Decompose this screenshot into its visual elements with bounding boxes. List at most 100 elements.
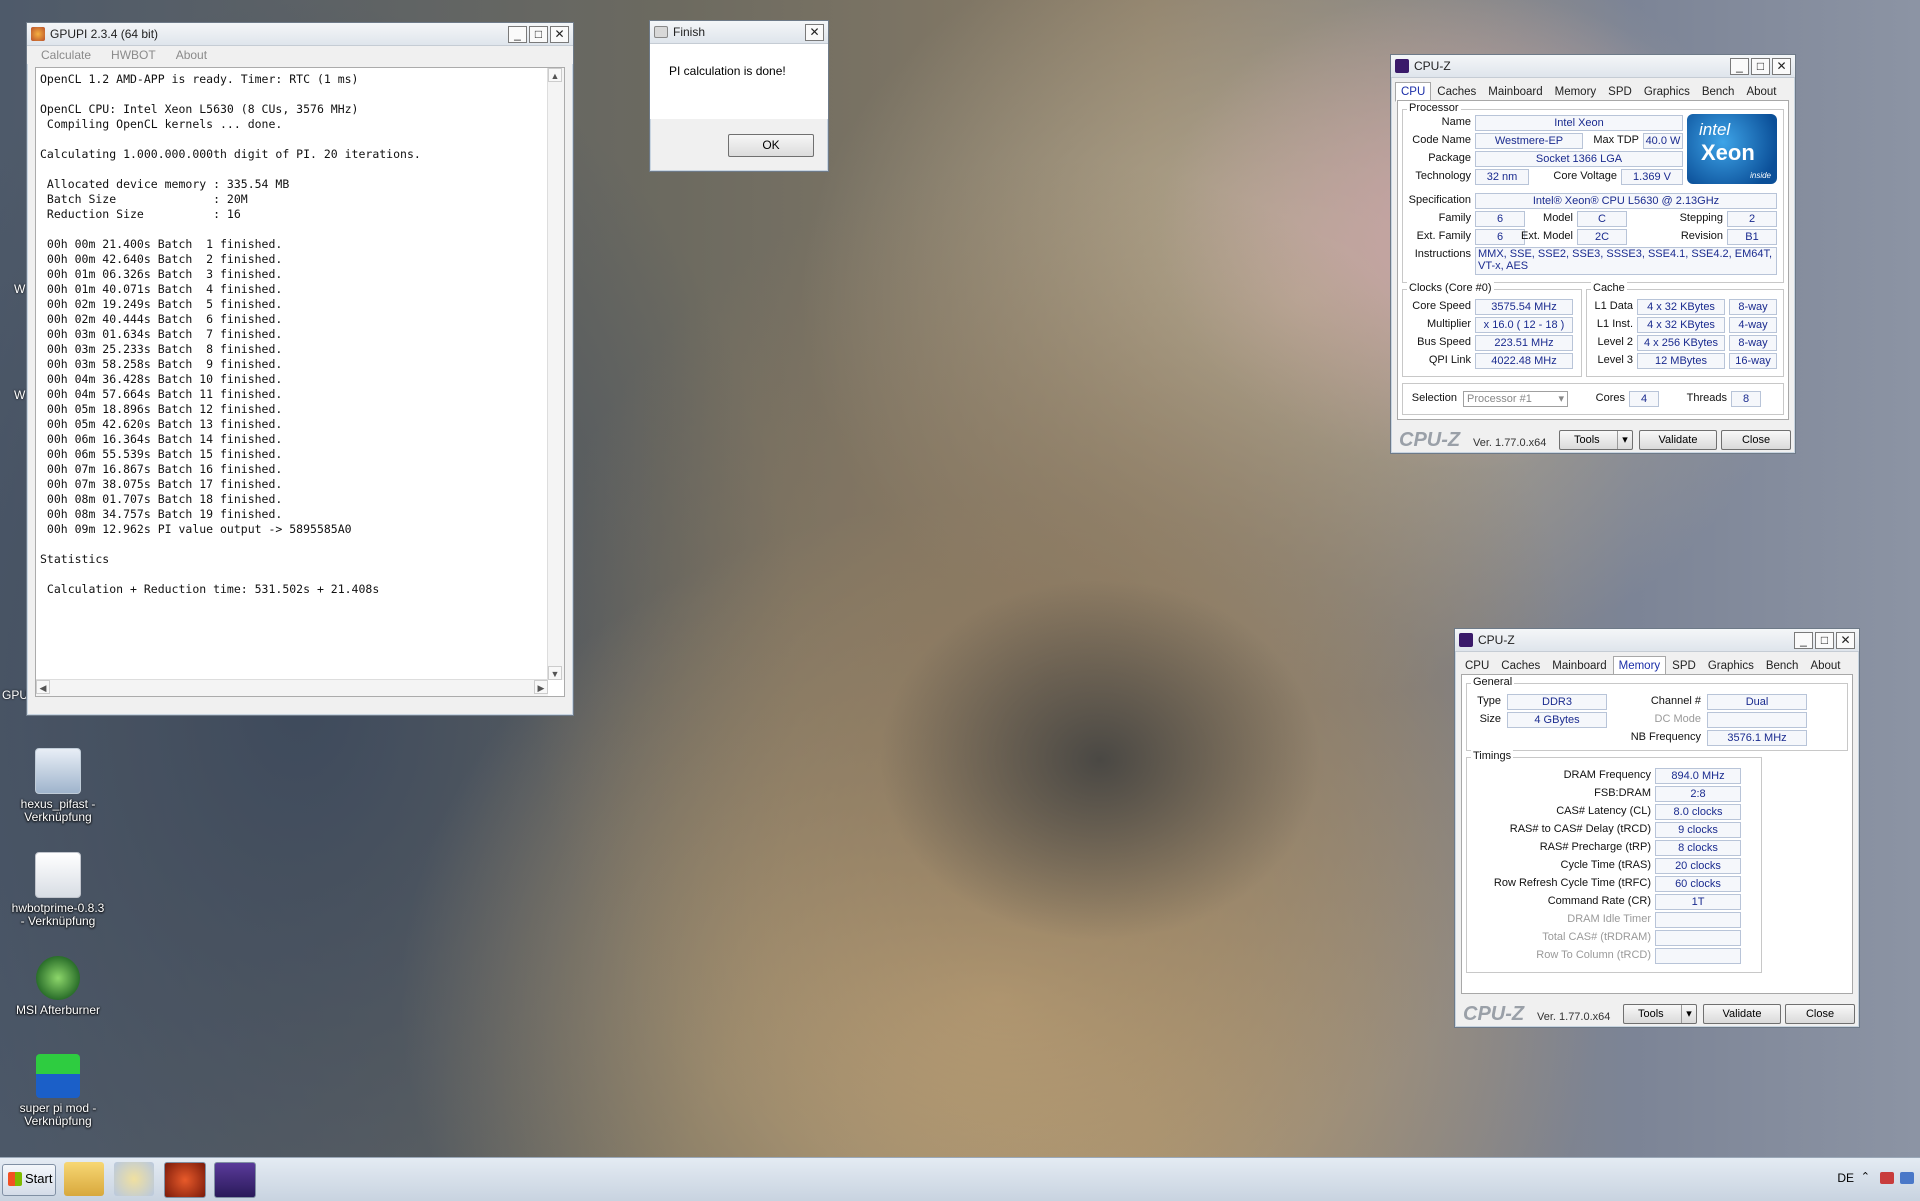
desktop-icon-hwbotprime[interactable]: hwbotprime-0.8.3 - Verknüpfung bbox=[8, 852, 108, 928]
chevron-down-icon: ▾ bbox=[1681, 1005, 1696, 1023]
revision-value: B1 bbox=[1727, 229, 1777, 245]
close-button[interactable]: ✕ bbox=[1836, 631, 1855, 649]
general-group: General Type DDR3 Size 4 GBytes Channel … bbox=[1466, 676, 1848, 751]
vertical-scrollbar[interactable]: ▲ ▼ bbox=[547, 68, 564, 680]
tab-about[interactable]: About bbox=[1804, 656, 1846, 676]
ext-model-label: Ext. Model bbox=[1521, 230, 1573, 242]
minimize-button[interactable]: _ bbox=[1794, 631, 1813, 649]
scroll-right-arrow-icon[interactable]: ▶ bbox=[534, 680, 548, 694]
network-icon[interactable] bbox=[1880, 1172, 1894, 1184]
tab-cpu[interactable]: CPU bbox=[1459, 656, 1495, 676]
nb-frequency-label: NB Frequency bbox=[1630, 731, 1701, 743]
tab-bench[interactable]: Bench bbox=[1760, 656, 1805, 676]
tab-graphics[interactable]: Graphics bbox=[1702, 656, 1760, 676]
cpuz-brand-logo: CPU-Z bbox=[1399, 429, 1461, 451]
specification-label: Specification bbox=[1408, 194, 1471, 206]
codename-value: Westmere-EP bbox=[1475, 133, 1583, 149]
start-button[interactable]: Start bbox=[2, 1164, 56, 1196]
tab-caches[interactable]: Caches bbox=[1495, 656, 1546, 676]
horizontal-scrollbar[interactable]: ◀ ▶ bbox=[36, 679, 548, 696]
tab-caches[interactable]: Caches bbox=[1431, 82, 1482, 102]
stepping-value: 2 bbox=[1727, 211, 1777, 227]
ok-button[interactable]: OK bbox=[728, 134, 814, 157]
gpupi-window: GPUPI 2.3.4 (64 bit) _ □ ✕ Calculate HWB… bbox=[26, 22, 574, 716]
tab-bench[interactable]: Bench bbox=[1696, 82, 1741, 102]
explorer-icon[interactable] bbox=[64, 1162, 104, 1196]
gpupi-output-console[interactable]: OpenCL 1.2 AMD-APP is ready. Timer: RTC … bbox=[35, 67, 565, 697]
java-shortcut-icon bbox=[35, 852, 81, 898]
close-button[interactable]: Close bbox=[1721, 430, 1791, 450]
scroll-down-arrow-icon[interactable]: ▼ bbox=[548, 666, 562, 680]
cpuz-titlebar[interactable]: CPU-Z _ □ ✕ bbox=[1391, 55, 1795, 78]
window-title: GPUPI 2.3.4 (64 bit) bbox=[50, 27, 159, 41]
tab-memory[interactable]: Memory bbox=[1549, 82, 1603, 102]
tab-memory[interactable]: Memory bbox=[1612, 656, 1667, 676]
desktop-icon-pifast[interactable]: hexus_pifast - Verknüpfung bbox=[8, 748, 108, 824]
maximize-button[interactable]: □ bbox=[1751, 57, 1770, 75]
close-button[interactable]: Close bbox=[1785, 1004, 1855, 1024]
validate-button[interactable]: Validate bbox=[1703, 1004, 1781, 1024]
timing-value: 8.0 clocks bbox=[1655, 804, 1741, 820]
gpupi-titlebar[interactable]: GPUPI 2.3.4 (64 bit) _ □ ✕ bbox=[27, 23, 573, 46]
windows-logo-icon bbox=[8, 1172, 22, 1186]
scroll-up-arrow-icon[interactable]: ▲ bbox=[548, 68, 562, 82]
close-button[interactable]: ✕ bbox=[805, 23, 824, 41]
cpuz-titlebar[interactable]: CPU-Z _ □ ✕ bbox=[1455, 629, 1859, 652]
gpupi-icon[interactable] bbox=[164, 1162, 206, 1198]
group-label: Cache bbox=[1591, 282, 1627, 294]
finish-titlebar[interactable]: Finish ✕ bbox=[650, 21, 828, 44]
level3-label: Level 3 bbox=[1597, 354, 1633, 366]
core-speed-value: 3575.54 MHz bbox=[1475, 299, 1573, 315]
group-label: Processor bbox=[1407, 102, 1461, 114]
scroll-left-arrow-icon[interactable]: ◀ bbox=[36, 680, 50, 694]
maximize-button[interactable]: □ bbox=[1815, 631, 1834, 649]
tools-button[interactable]: Tools ▾ bbox=[1623, 1004, 1697, 1024]
action-center-icon[interactable] bbox=[1900, 1172, 1914, 1184]
desktop-icon-superpi[interactable]: super pi mod - Verknüpfung bbox=[8, 1054, 108, 1128]
desktop-icon-afterburner[interactable]: MSI Afterburner bbox=[8, 956, 108, 1017]
menu-calculate[interactable]: Calculate bbox=[41, 48, 91, 62]
paint-icon[interactable] bbox=[114, 1162, 154, 1196]
minimize-button[interactable]: _ bbox=[508, 25, 527, 43]
timing-value: 894.0 MHz bbox=[1655, 768, 1741, 784]
close-button[interactable]: ✕ bbox=[1772, 57, 1791, 75]
superpi-icon bbox=[36, 1054, 80, 1098]
timing-label: RAS# Precharge (tRP) bbox=[1539, 841, 1651, 853]
tab-graphics[interactable]: Graphics bbox=[1638, 82, 1696, 102]
cpuz-icon[interactable] bbox=[214, 1162, 256, 1198]
tab-about[interactable]: About bbox=[1740, 82, 1782, 102]
tools-button[interactable]: Tools ▾ bbox=[1559, 430, 1633, 450]
bus-speed-label: Bus Speed bbox=[1417, 336, 1471, 348]
tab-cpu[interactable]: CPU bbox=[1395, 82, 1432, 102]
timing-label: DRAM Frequency bbox=[1563, 769, 1651, 781]
cores-label: Cores bbox=[1595, 392, 1625, 404]
level2-value: 4 x 256 KBytes bbox=[1637, 335, 1725, 351]
cpuz-app-icon bbox=[1395, 59, 1409, 73]
window-title: CPU-Z bbox=[1414, 59, 1451, 73]
level2-ways: 8-way bbox=[1729, 335, 1777, 351]
processor-select[interactable]: Processor #1 ▾ bbox=[1463, 391, 1568, 407]
menu-hwbot[interactable]: HWBOT bbox=[111, 48, 156, 62]
desktop-icon-label: hwbotprime-0.8.3 - Verknüpfung bbox=[11, 901, 105, 928]
timing-value bbox=[1655, 948, 1741, 964]
level3-ways: 16-way bbox=[1729, 353, 1777, 369]
tab-mainboard[interactable]: Mainboard bbox=[1546, 656, 1612, 676]
timing-label: CAS# Latency (CL) bbox=[1556, 805, 1651, 817]
family-label: Family bbox=[1438, 212, 1471, 224]
tab-spd[interactable]: SPD bbox=[1666, 656, 1702, 676]
l1-data-ways: 8-way bbox=[1729, 299, 1777, 315]
language-indicator[interactable]: DE bbox=[1837, 1171, 1854, 1185]
maximize-button[interactable]: □ bbox=[529, 25, 548, 43]
close-button[interactable]: ✕ bbox=[550, 25, 569, 43]
tab-spd[interactable]: SPD bbox=[1602, 82, 1638, 102]
show-hidden-icons-icon[interactable]: ⌃ bbox=[1861, 1170, 1870, 1183]
tab-mainboard[interactable]: Mainboard bbox=[1482, 82, 1548, 102]
name-label: Name bbox=[1441, 116, 1471, 128]
group-label: General bbox=[1471, 676, 1515, 688]
core-voltage-label: Core Voltage bbox=[1553, 170, 1617, 182]
menu-about[interactable]: About bbox=[176, 48, 207, 62]
dc-mode-label: DC Mode bbox=[1654, 713, 1701, 725]
validate-button[interactable]: Validate bbox=[1639, 430, 1717, 450]
timing-value: 2:8 bbox=[1655, 786, 1741, 802]
minimize-button[interactable]: _ bbox=[1730, 57, 1749, 75]
